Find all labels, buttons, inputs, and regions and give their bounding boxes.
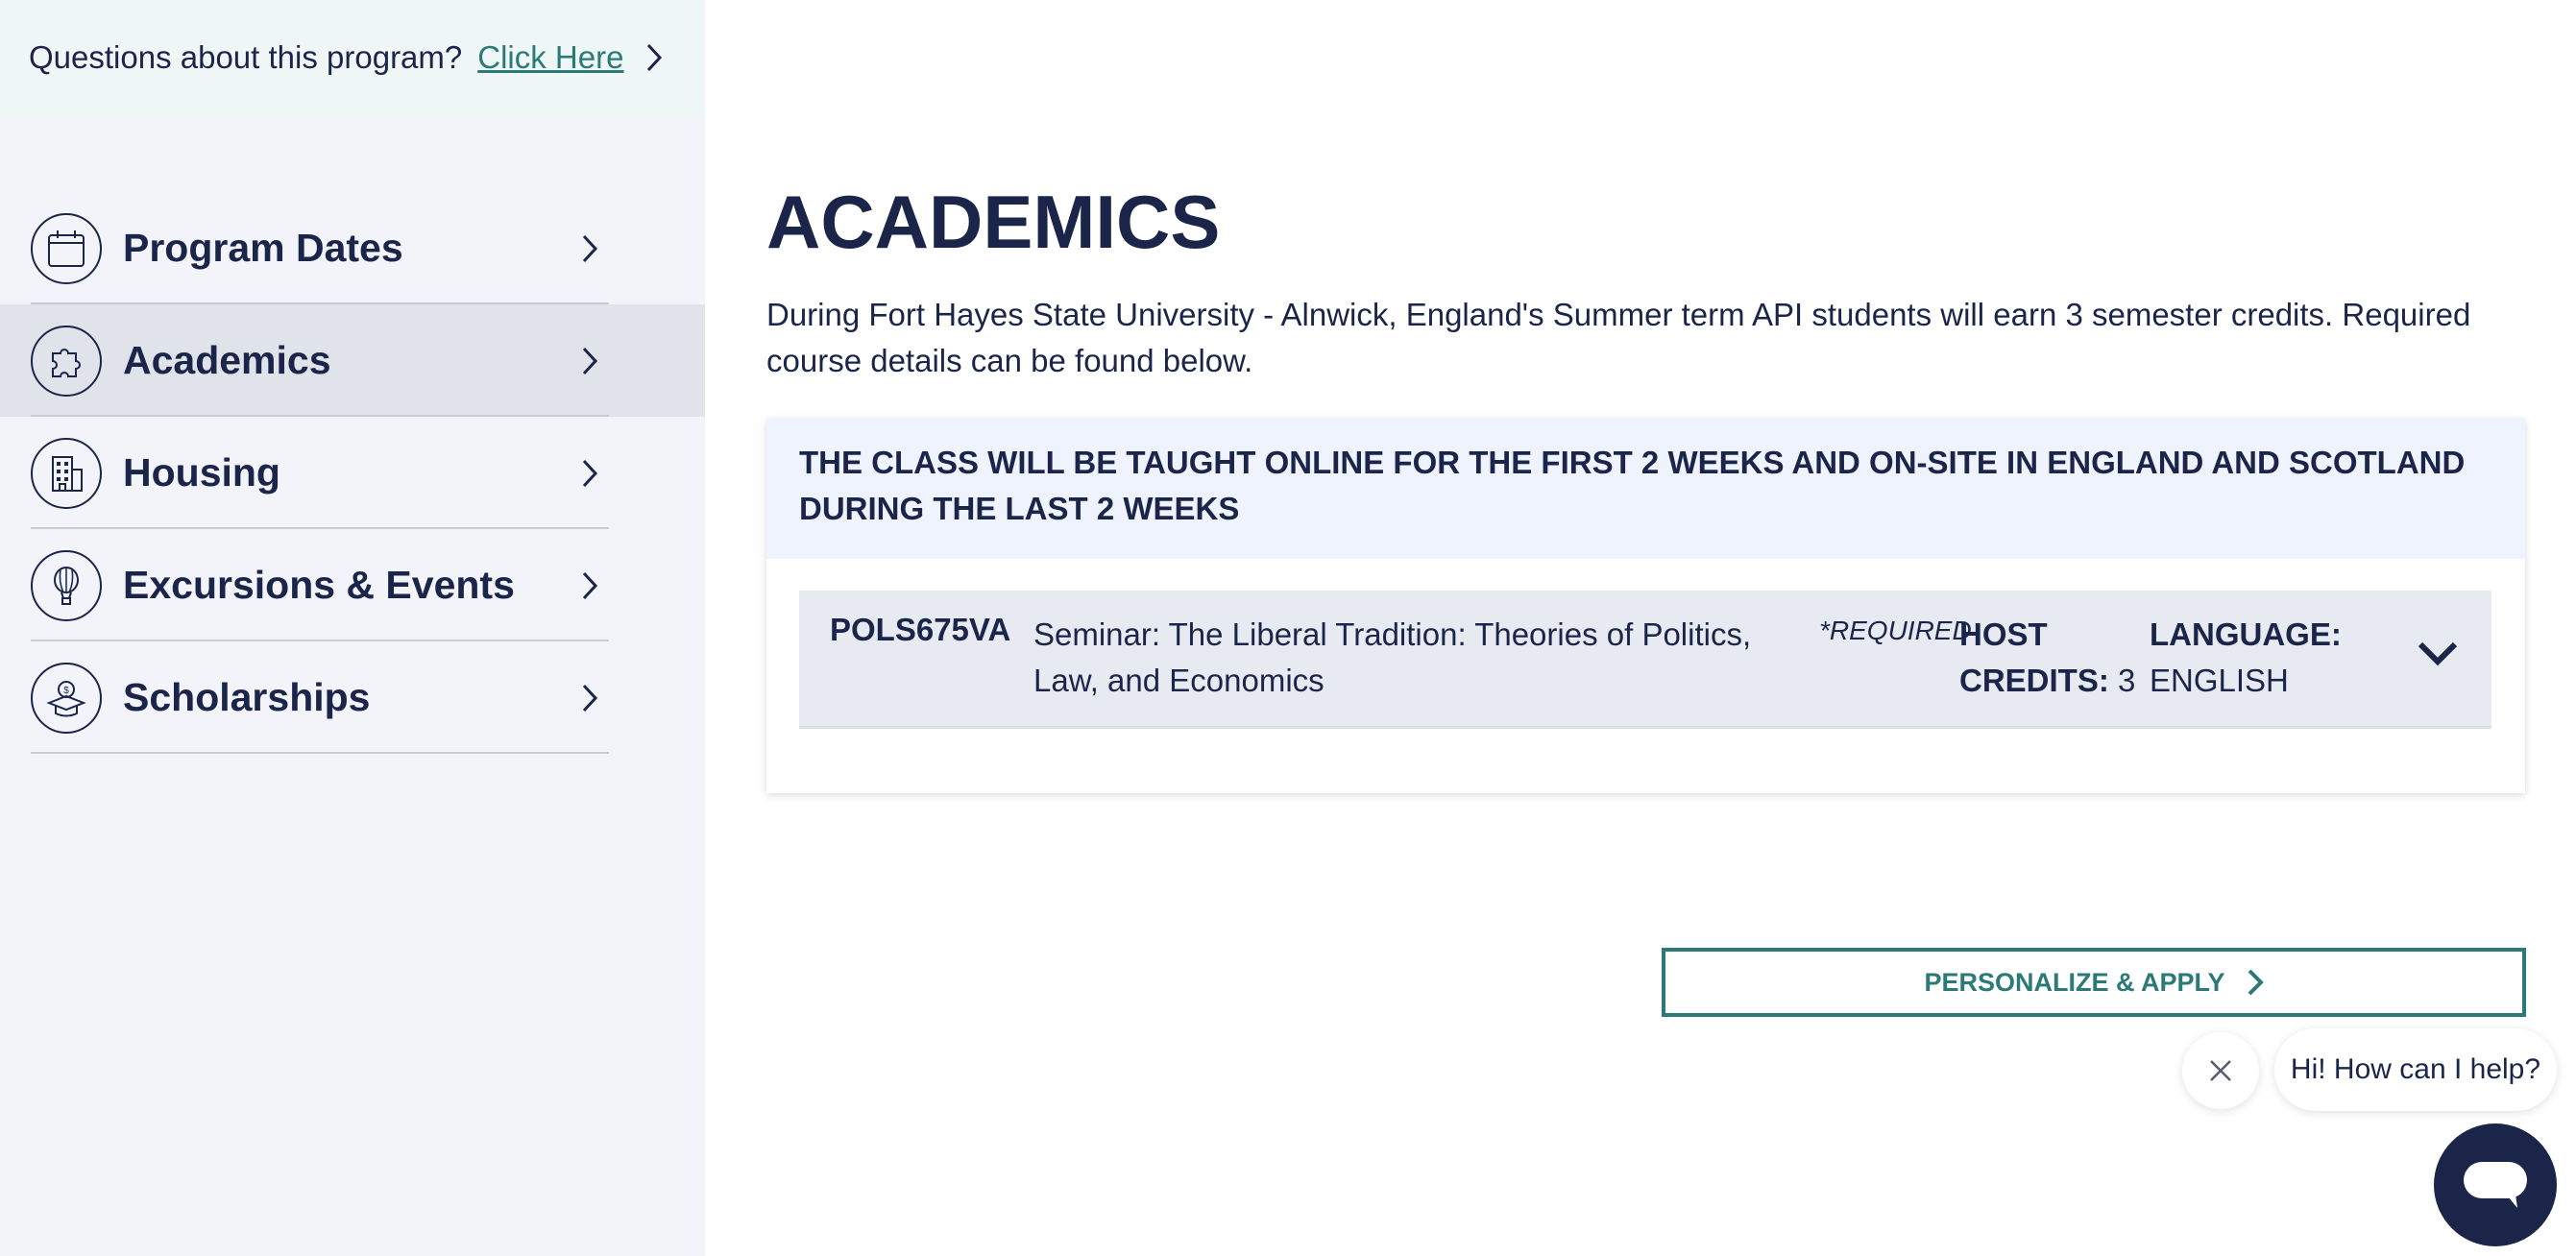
chat-greeting-bubble[interactable]: Hi! How can I help? [2274, 1028, 2557, 1111]
sidebar-item-label: Housing [123, 450, 280, 495]
sidebar: Questions about this program? Click Here… [0, 0, 705, 1256]
building-icon [31, 437, 102, 509]
host-credits-label: HOST CREDITS: [1959, 616, 2109, 698]
host-credits-value: 3 [2118, 663, 2136, 698]
close-icon [2210, 1060, 2231, 1081]
sidebar-item-academics[interactable]: Academics [0, 304, 705, 417]
hot-air-balloon-icon [31, 549, 102, 621]
academics-intro: During Fort Hayes State University - Aln… [766, 297, 2471, 378]
page-title: ACADEMICS [766, 180, 1221, 264]
puzzle-icon [31, 325, 102, 397]
chevron-right-icon[interactable] [644, 42, 664, 73]
sidebar-item-label: Program Dates [123, 226, 403, 270]
graduation-cap-icon: $ [31, 662, 102, 734]
chevron-down-icon[interactable] [2417, 639, 2459, 667]
calendar-icon [31, 212, 102, 284]
click-here-link[interactable]: Click Here [477, 39, 623, 76]
course-title: Seminar: The Liberal Tradition: Theories… [1033, 616, 1752, 698]
chevron-right-icon [582, 234, 598, 262]
sidebar-item-program-dates[interactable]: Program Dates [0, 192, 705, 304]
course-card-header: THE CLASS WILL BE TAUGHT ONLINE FOR THE … [766, 419, 2525, 559]
chevron-right-icon [582, 571, 598, 599]
host-credits: HOST CREDITS: 3 [1959, 612, 2151, 704]
svg-text:$: $ [63, 686, 69, 696]
language-value: ENGLISH [2150, 663, 2289, 698]
course-language: LANGUAGE: ENGLISH [2150, 612, 2380, 704]
sidebar-item-label: Excursions & Events [123, 563, 515, 607]
chevron-right-icon [582, 684, 598, 712]
chat-close-button[interactable] [2182, 1032, 2259, 1109]
sidebar-item-housing[interactable]: Housing [0, 417, 705, 529]
sidebar-item-excursions-events[interactable]: Excursions & Events [0, 529, 705, 641]
language-label: LANGUAGE: [2150, 616, 2342, 652]
program-nav: Program Dates Academics Housing Excursio… [0, 192, 705, 754]
course-row[interactable]: POLS675VA Seminar: The Liberal Tradition… [799, 591, 2491, 729]
required-tag: *REQUIRED [1819, 616, 1972, 645]
questions-text: Questions about this program? [29, 39, 463, 75]
sidebar-item-label: Academics [123, 338, 331, 382]
chat-greeting-text: Hi! How can I help? [2290, 1053, 2541, 1085]
questions-bar: Questions about this program? Click Here [0, 0, 705, 115]
chat-bubble-icon [2464, 1162, 2527, 1208]
chevron-right-icon [582, 459, 598, 487]
sidebar-item-label: Scholarships [123, 675, 371, 719]
personalize-apply-button[interactable]: PERSONALIZE & APPLY [1662, 948, 2526, 1017]
chat-launcher-button[interactable] [2434, 1123, 2557, 1246]
sidebar-item-scholarships[interactable]: $ Scholarships [0, 641, 705, 754]
chevron-right-icon [582, 347, 598, 374]
course-code: POLS675VA [830, 612, 1011, 647]
apply-button-label: PERSONALIZE & APPLY [1924, 967, 2225, 997]
course-card: THE CLASS WILL BE TAUGHT ONLINE FOR THE … [766, 419, 2525, 793]
chevron-right-icon [2248, 969, 2264, 996]
